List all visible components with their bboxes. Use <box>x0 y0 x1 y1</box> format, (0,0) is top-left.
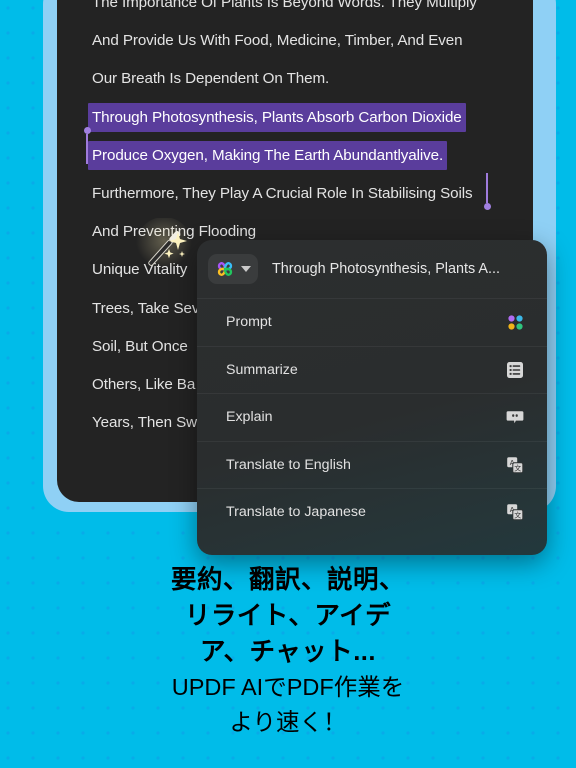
menu-item-label: Translate to English <box>226 456 351 473</box>
selection-handle-start[interactable] <box>83 127 91 164</box>
menu-item-translate-japanese[interactable]: Translate to Japanese A 文 <box>197 488 547 536</box>
document-line: The Importance Of Plants Is Beyond Words… <box>92 0 477 11</box>
menu-item-translate-english[interactable]: Translate to English A 文 <box>197 440 547 489</box>
caption-line-1: 要約、翻訳、説明、 <box>170 566 405 594</box>
caption-line-4: UPDF AIでPDF作業を <box>171 674 405 700</box>
chevron-down-icon <box>241 266 251 272</box>
updf-clover-logo-icon <box>217 262 233 276</box>
menu-item-explain[interactable]: Explain <box>197 393 547 441</box>
ai-panel-selected-text: Through Photosynthesis, Plants A... <box>272 261 500 277</box>
menu-item-label: Summarize <box>226 361 298 378</box>
ai-brand-selector[interactable] <box>208 254 258 284</box>
list-lines-icon <box>505 360 525 380</box>
menu-item-summarize[interactable]: Summarize <box>197 345 547 394</box>
selected-text-line[interactable]: Produce Oxygen, Making The Earth Abundan… <box>88 140 448 170</box>
document-line: Our Breath Is Dependent On Them. <box>92 70 330 88</box>
svg-text:文: 文 <box>514 463 521 472</box>
menu-item-label: Explain <box>226 409 273 426</box>
caption-line-2: リライト、アイデ <box>184 602 392 630</box>
translate-icon: A 文 <box>505 502 525 522</box>
ai-panel-header: Through Photosynthesis, Plants A... <box>197 240 547 298</box>
marketing-caption: 要約、翻訳、説明、 リライト、アイデ ア、チャット... UPDF AIでPDF… <box>0 562 576 740</box>
selection-handle-end[interactable] <box>483 173 491 210</box>
document-line: And Provide Us With Food, Medicine, Timb… <box>92 32 463 50</box>
speech-bubble-icon <box>505 407 525 427</box>
translate-icon: A 文 <box>505 455 525 475</box>
menu-item-label: Prompt <box>226 314 272 331</box>
caption-line-3: ア、チャット... <box>200 638 376 666</box>
document-line: Furthermore, They Play A Crucial Role In… <box>92 184 473 202</box>
highlighted-line-wrapper: Produce Oxygen, Making The Earth Abundan… <box>88 137 521 175</box>
four-dots-icon <box>505 312 525 332</box>
svg-text:文: 文 <box>514 511 521 520</box>
caption-line-5: より速く！ <box>229 709 347 735</box>
selected-text-line[interactable]: Through Photosynthesis, Plants Absorb Ca… <box>88 102 466 132</box>
menu-item-label: Translate to Japanese <box>226 504 366 521</box>
menu-item-prompt[interactable]: Prompt <box>197 298 547 346</box>
ai-context-menu-panel[interactable]: Through Photosynthesis, Plants A... Prom… <box>197 240 547 555</box>
highlighted-line-wrapper: Through Photosynthesis, Plants Absorb Ca… <box>88 99 521 137</box>
